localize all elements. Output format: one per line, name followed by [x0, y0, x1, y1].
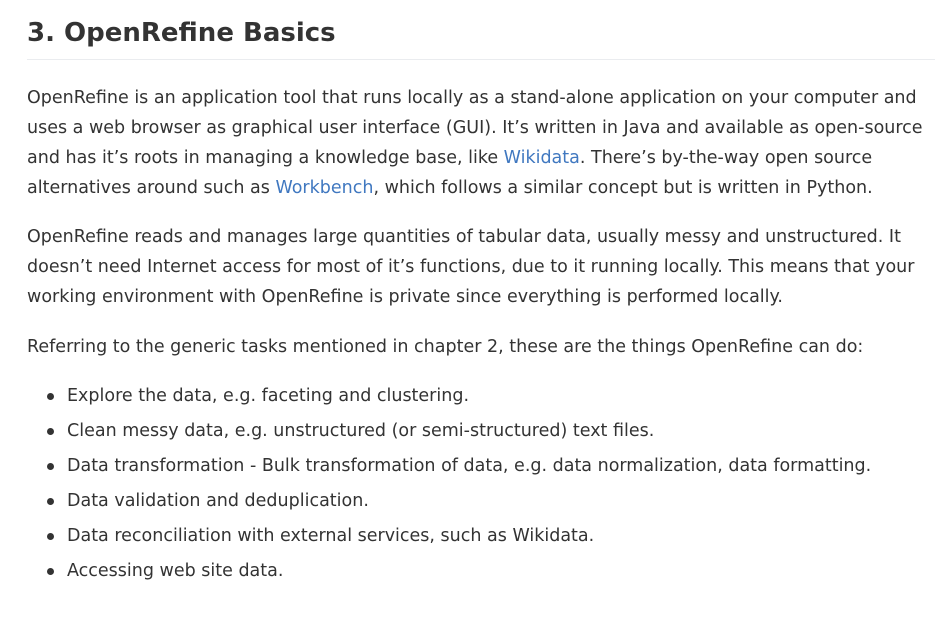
list-item: Data transformation - Bulk transformatio… — [27, 449, 938, 484]
intro-paragraph: OpenRefine is an application tool that r… — [27, 83, 939, 203]
bullet-icon — [47, 568, 54, 575]
list-item: Data validation and deduplication. — [27, 484, 938, 519]
bullet-icon — [47, 463, 54, 470]
data-handling-paragraph: OpenRefine reads and manages large quant… — [27, 227, 915, 307]
section-heading: 3. OpenRefine Basics — [27, 0, 935, 60]
workbench-link[interactable]: Workbench — [275, 178, 373, 198]
list-item-text: Data transformation - Bulk transformatio… — [67, 456, 872, 476]
list-item-text: Data reconciliation with external servic… — [67, 526, 595, 546]
task-list: Explore the data, e.g. faceting and clus… — [27, 379, 938, 589]
list-item-text: Explore the data, e.g. faceting and clus… — [67, 386, 470, 406]
list-item-text: Clean messy data, e.g. unstructured (or … — [67, 421, 655, 441]
list-item: Explore the data, e.g. faceting and clus… — [27, 379, 938, 414]
list-item: Accessing web site data. — [27, 554, 938, 589]
bullet-icon — [47, 498, 54, 505]
bullet-icon — [47, 393, 54, 400]
bullet-icon — [47, 533, 54, 540]
document-page: 3. OpenRefine Basics OpenRefine is an ap… — [0, 0, 952, 641]
list-item: Data reconciliation with external servic… — [27, 519, 938, 554]
tasks-intro-paragraph: Referring to the generic tasks mentioned… — [27, 337, 864, 357]
wikidata-link[interactable]: Wikidata — [504, 148, 580, 168]
bullet-icon — [47, 428, 54, 435]
list-item-text: Accessing web site data. — [67, 561, 284, 581]
list-item: Clean messy data, e.g. unstructured (or … — [27, 414, 938, 449]
list-item-text: Data validation and deduplication. — [67, 491, 369, 511]
intro-text-3: , which follows a similar concept but is… — [373, 178, 873, 198]
